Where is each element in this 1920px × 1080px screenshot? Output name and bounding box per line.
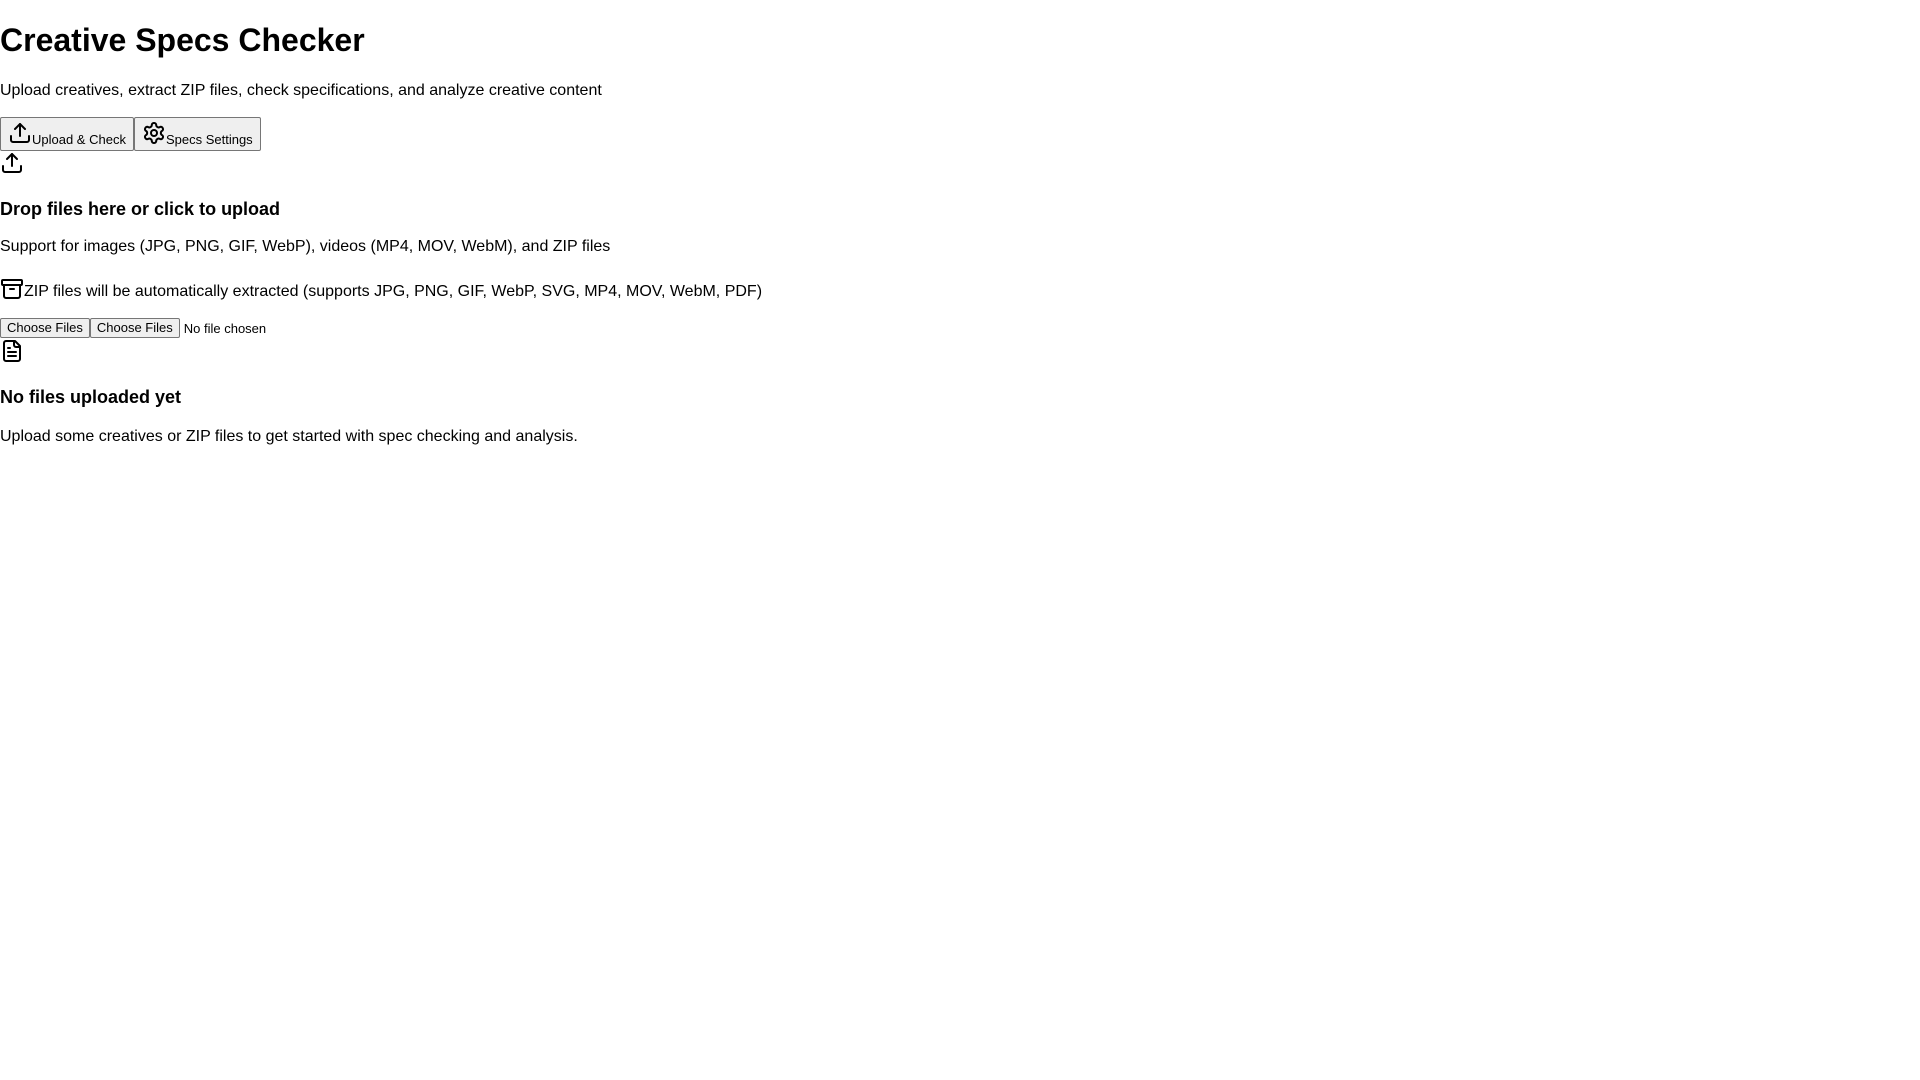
page-subtitle: Upload creatives, extract ZIP files, che… <box>0 82 602 99</box>
empty-state-heading: No files uploaded yet <box>0 387 182 407</box>
upload-icon <box>8 121 32 147</box>
gear-icon <box>142 121 166 147</box>
tab-label: Specs Settings <box>165 132 253 147</box>
page-title: Creative Specs Checker <box>0 22 365 58</box>
file-input-button[interactable]: Choose Files <box>89 318 180 338</box>
dropzone-support-text: Support for images (JPG, PNG, GIF, WebP)… <box>0 238 611 255</box>
tab-specs-settings[interactable]: Specs Settings <box>133 117 261 151</box>
tab-upload-check[interactable]: Upload & Check <box>0 117 134 151</box>
page: Creative Specs Checker Upload creatives,… <box>0 0 1920 1080</box>
choose-files-button[interactable]: Choose Files <box>0 318 90 338</box>
file-input-status: No file chosen <box>183 320 267 336</box>
archive-icon <box>0 277 24 302</box>
empty-state-text: Upload some creatives or ZIP files to ge… <box>0 428 578 445</box>
zip-note: ZIP files will be automatically extracte… <box>0 274 762 302</box>
file-text-icon <box>0 339 24 368</box>
tab-bar: Upload & Check Specs Settings <box>0 117 261 151</box>
dropzone-upload-icon[interactable] <box>0 151 24 180</box>
tab-label: Upload & Check <box>32 132 126 147</box>
zip-note-text: ZIP files will be automatically extracte… <box>24 283 763 300</box>
dropzone-heading[interactable]: Drop files here or click to upload <box>0 197 280 221</box>
file-picker: Choose Files Choose Files No file chosen <box>0 318 266 338</box>
